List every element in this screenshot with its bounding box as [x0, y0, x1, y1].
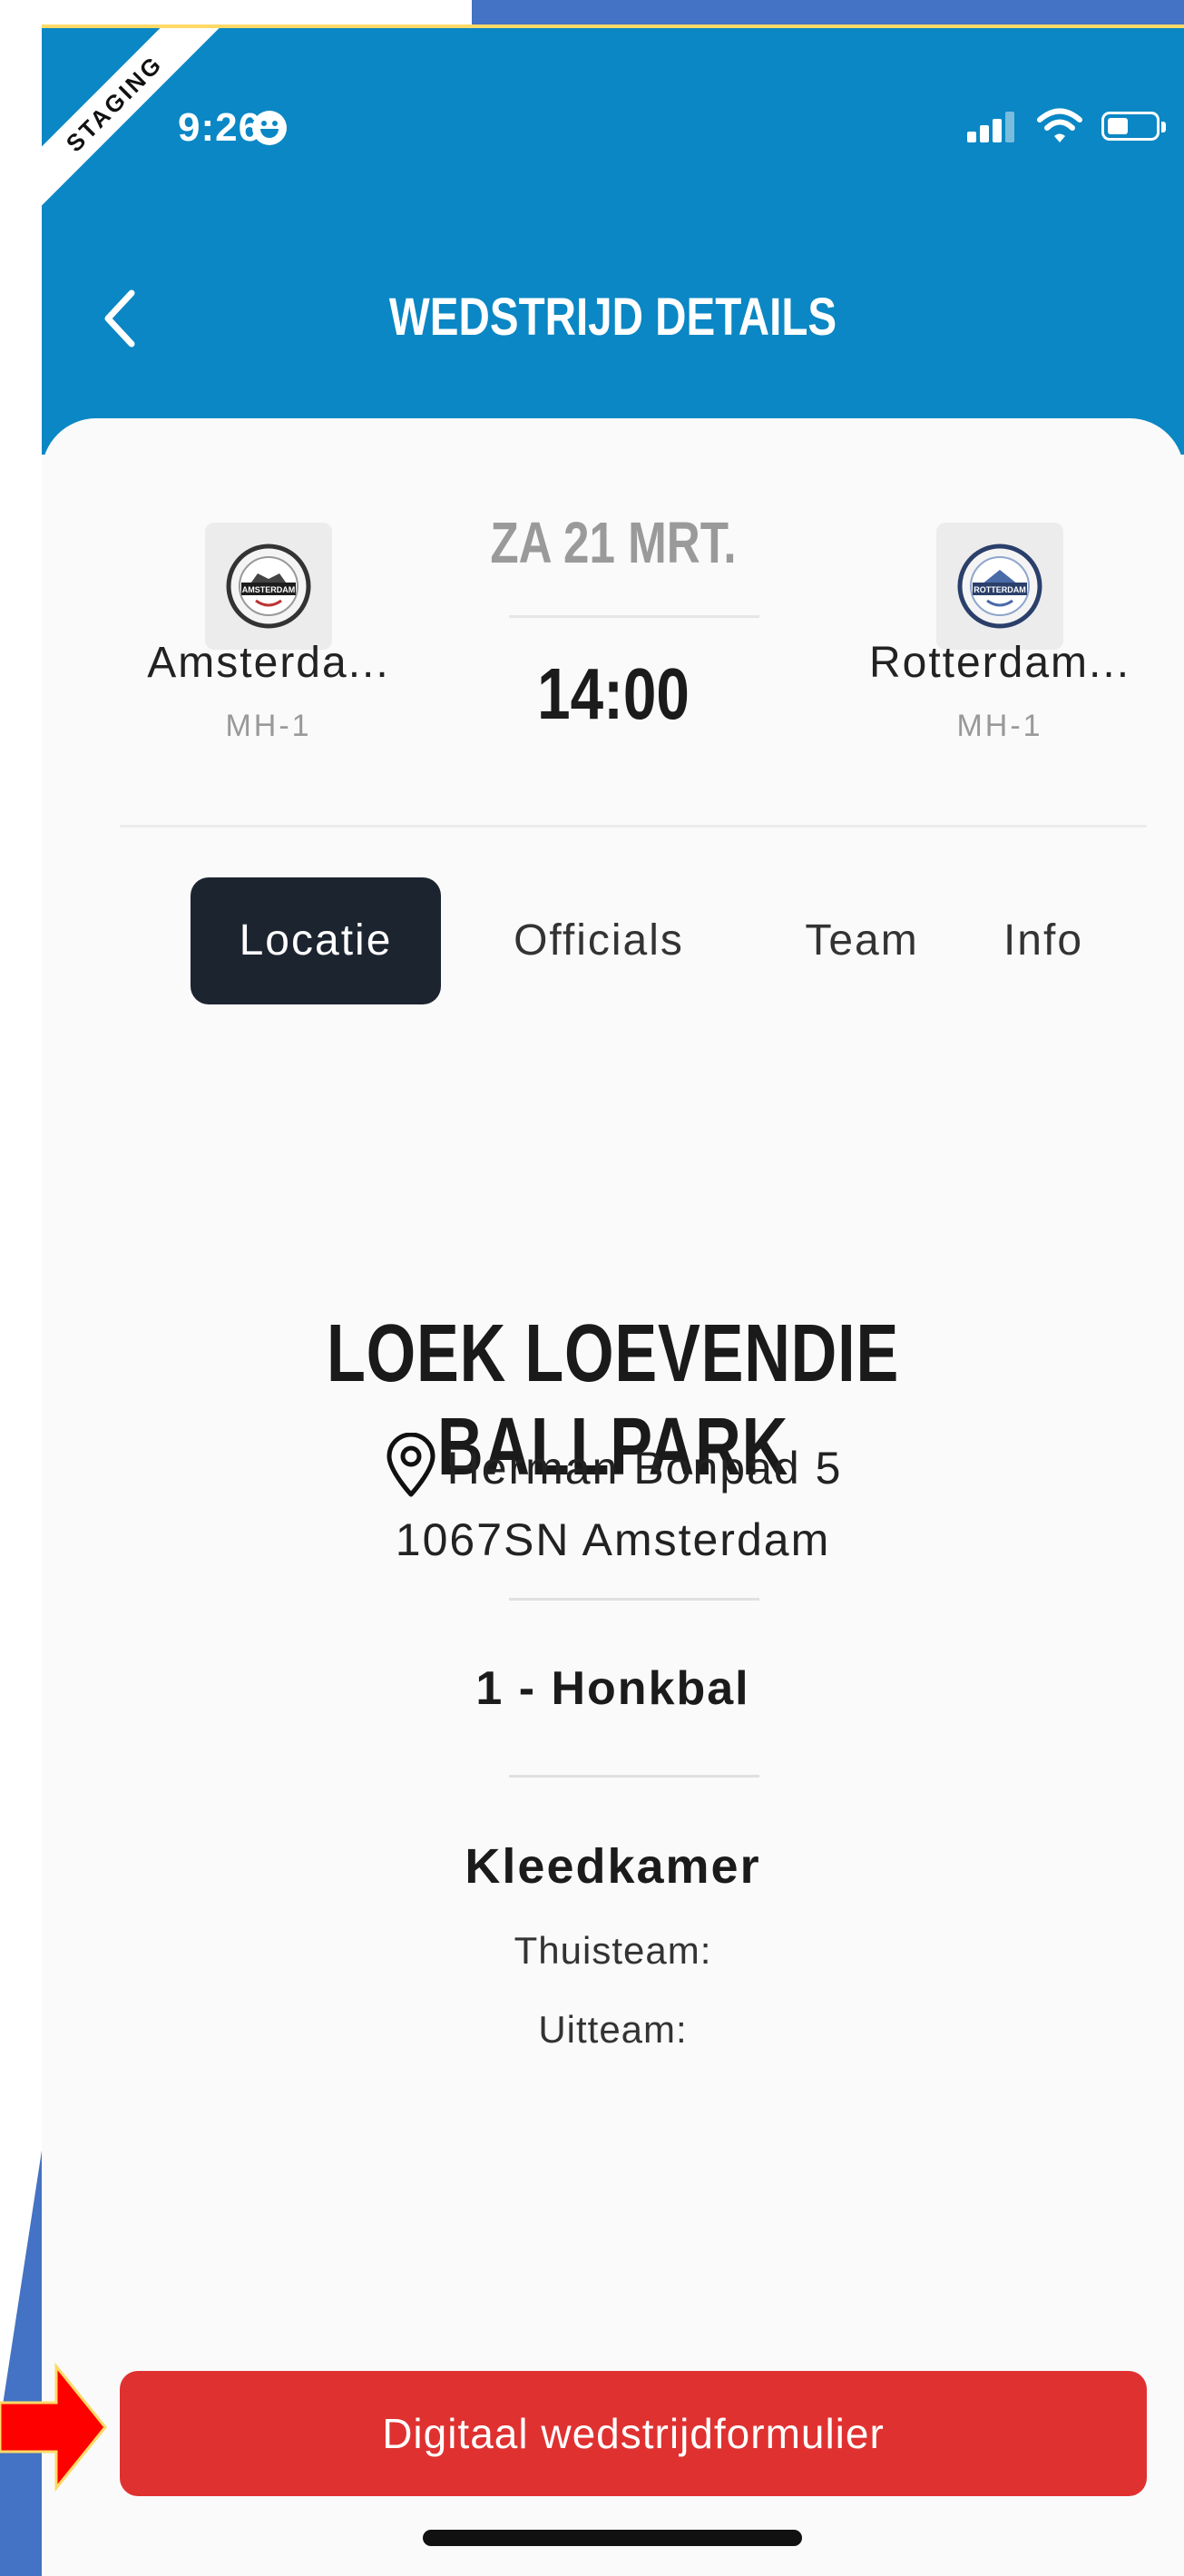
- back-button[interactable]: [92, 282, 146, 355]
- annotation-arrow-icon: [0, 2362, 107, 2493]
- away-team-code: MH-1: [956, 709, 1043, 743]
- wifi-icon: [1037, 108, 1082, 142]
- away-team-logo: ROTTERDAM: [936, 523, 1063, 650]
- status-time: 9:26: [178, 105, 262, 150]
- home-logo-text: AMSTERDAM: [242, 585, 296, 594]
- section-divider: [120, 825, 1147, 828]
- match-time: 14:00: [537, 653, 690, 734]
- home-team-name: Amsterda...: [147, 639, 390, 687]
- away-team-name: Rotterdam...: [868, 639, 1131, 687]
- home-team-logo: AMSTERDAM: [205, 523, 332, 650]
- match-card: AMSTERDAM ROTTERDAM Amsterda... MH-1 Rot…: [42, 418, 1184, 2576]
- home-indicator[interactable]: [423, 2530, 802, 2546]
- locker-heading: Kleedkamer: [465, 1839, 761, 1894]
- tab-locatie[interactable]: Locatie: [191, 877, 441, 1004]
- digital-match-form-button[interactable]: Digitaal wedstrijdformulier: [120, 2371, 1147, 2496]
- smiley-icon: [252, 111, 287, 145]
- home-locker-label: Thuisteam:: [514, 1929, 712, 1972]
- away-locker-label: Uitteam:: [538, 2008, 688, 2051]
- tab-team[interactable]: Team: [789, 877, 934, 1004]
- home-team-code: MH-1: [225, 709, 312, 743]
- tab-info[interactable]: Info: [989, 877, 1098, 1004]
- signal-icon: [967, 112, 1018, 142]
- back-chevron-icon: [104, 289, 135, 348]
- date-divider: [509, 615, 759, 618]
- divider: [509, 1598, 759, 1601]
- field-label: 1 - Honkbal: [475, 1662, 750, 1715]
- away-logo-text: ROTTERDAM: [974, 585, 1026, 594]
- page-title: WEDSTRIJD DETAILS: [388, 288, 837, 347]
- phone-screen: 9:26 STAGING WEDSTRIJD DETAILS AMSTERDAM…: [42, 28, 1184, 2576]
- tab-officials[interactable]: Officials: [490, 877, 708, 1004]
- divider: [509, 1775, 759, 1778]
- address-street[interactable]: Herman Bonpad 5: [42, 1442, 1184, 1494]
- address-city[interactable]: 1067SN Amsterdam: [42, 1513, 1184, 1566]
- match-date: ZA 21 MRT.: [490, 510, 737, 575]
- battery-icon: [1101, 112, 1166, 141]
- app-header: 9:26 STAGING WEDSTRIJD DETAILS: [42, 28, 1184, 455]
